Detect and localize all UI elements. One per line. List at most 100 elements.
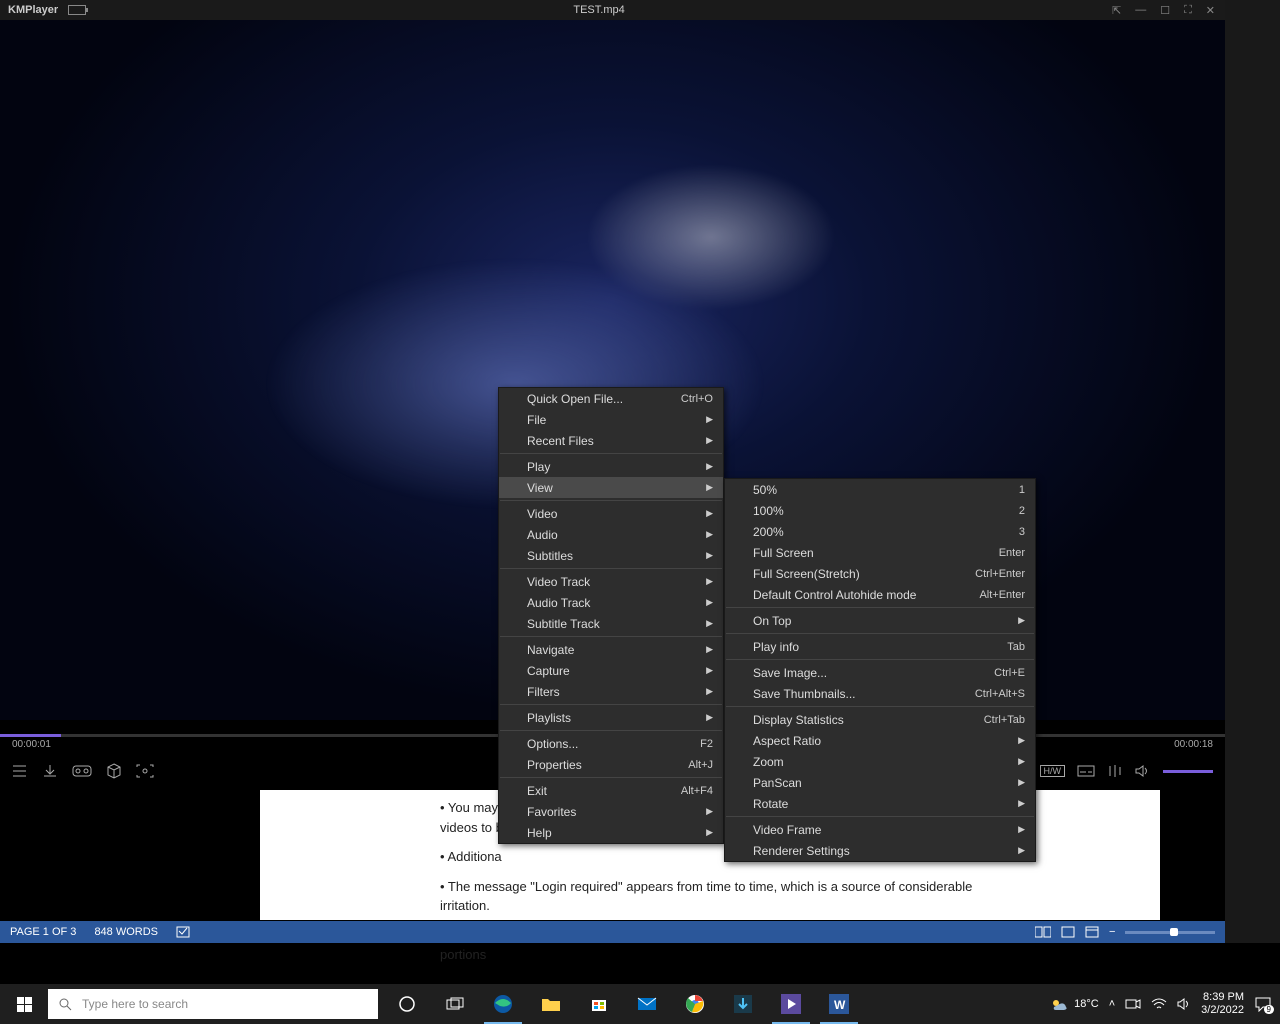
menu-item-label: Save Thumbnails... bbox=[753, 687, 856, 701]
view-item-200[interactable]: 200%3 bbox=[725, 521, 1035, 542]
menu-separator bbox=[726, 659, 1034, 660]
submenu-arrow-icon: ▶ bbox=[706, 827, 713, 838]
word-zoom-out-icon[interactable]: − bbox=[1109, 926, 1115, 938]
playlist-icon[interactable] bbox=[12, 764, 28, 778]
current-time: 00:00:01 bbox=[12, 739, 51, 750]
menu-separator bbox=[500, 704, 722, 705]
edge-browser-icon[interactable] bbox=[480, 984, 526, 1024]
menu-item-label: Aspect Ratio bbox=[753, 734, 821, 748]
view-item-save-thumbnails[interactable]: Save Thumbnails... Ctrl+Alt+S bbox=[725, 683, 1035, 704]
menu-item-view[interactable]: View▶ bbox=[499, 477, 723, 498]
app-icon[interactable] bbox=[720, 984, 766, 1024]
view-item-rotate[interactable]: Rotate▶ bbox=[725, 793, 1035, 814]
download-icon[interactable] bbox=[42, 764, 58, 778]
view-item-renderer-settings[interactable]: Renderer Settings▶ bbox=[725, 840, 1035, 861]
volume-icon[interactable] bbox=[1135, 764, 1151, 778]
mail-icon[interactable] bbox=[624, 984, 670, 1024]
file-explorer-icon[interactable] bbox=[528, 984, 574, 1024]
menu-item-file[interactable]: File▶ bbox=[499, 409, 723, 430]
menu-item-video-track[interactable]: Video Track▶ bbox=[499, 571, 723, 592]
menu-separator bbox=[500, 777, 722, 778]
taskbar-search-input[interactable]: Type here to search bbox=[48, 989, 378, 1019]
view-item-play-info[interactable]: Play infoTab bbox=[725, 636, 1035, 657]
view-item-on-top[interactable]: On Top▶ bbox=[725, 610, 1035, 631]
task-view-icon[interactable] bbox=[432, 984, 478, 1024]
word-zoom-slider[interactable] bbox=[1125, 931, 1215, 934]
tray-wifi-icon[interactable] bbox=[1151, 998, 1167, 1010]
maximize-icon[interactable]: ☐ bbox=[1160, 4, 1170, 17]
menu-item-audio[interactable]: Audio▶ bbox=[499, 524, 723, 545]
cortana-icon[interactable] bbox=[384, 984, 430, 1024]
menu-item-subtitle-track[interactable]: Subtitle Track ▶ bbox=[499, 613, 723, 634]
chrome-icon[interactable] bbox=[672, 984, 718, 1024]
weather-widget[interactable]: 18°C bbox=[1050, 995, 1099, 1013]
view-item-video-frame[interactable]: Video Frame▶ bbox=[725, 819, 1035, 840]
vr-icon[interactable] bbox=[72, 765, 92, 777]
hw-badge-icon[interactable]: H/W bbox=[1040, 765, 1066, 777]
word-word-count[interactable]: 848 WORDS bbox=[94, 926, 158, 938]
view-item-50[interactable]: 50%1 bbox=[725, 479, 1035, 500]
menu-item-audio-track[interactable]: Audio Track▶ bbox=[499, 592, 723, 613]
menu-item-play[interactable]: Play▶ bbox=[499, 456, 723, 477]
view-item-full-screen-stretch[interactable]: Full Screen(Stretch)Ctrl+Enter bbox=[725, 563, 1035, 584]
menu-item-navigate[interactable]: Navigate▶ bbox=[499, 639, 723, 660]
tray-volume-icon[interactable] bbox=[1177, 998, 1191, 1010]
menu-item-subtitles[interactable]: Subtitles▶ bbox=[499, 545, 723, 566]
context-menu-main: Quick Open File...Ctrl+OFile▶Recent File… bbox=[498, 387, 724, 844]
menu-item-help[interactable]: Help▶ bbox=[499, 822, 723, 843]
submenu-arrow-icon: ▶ bbox=[706, 414, 713, 425]
menu-item-label: Play bbox=[527, 460, 550, 474]
view-item-display-statistics[interactable]: Display StatisticsCtrl+Tab bbox=[725, 709, 1035, 730]
menu-item-filters[interactable]: Filters▶ bbox=[499, 681, 723, 702]
view-item-100[interactable]: 100%2 bbox=[725, 500, 1035, 521]
view-item-default-control-autohide-mode[interactable]: Default Control Autohide modeAlt+Enter bbox=[725, 584, 1035, 605]
menu-item-options[interactable]: Options...F2 bbox=[499, 733, 723, 754]
volume-slider[interactable] bbox=[1163, 770, 1213, 773]
view-item-save-image[interactable]: Save Image...Ctrl+E bbox=[725, 662, 1035, 683]
word-taskbar-icon[interactable]: W bbox=[816, 984, 862, 1024]
tray-meet-now-icon[interactable] bbox=[1125, 998, 1141, 1010]
menu-item-shortcut: Ctrl+Alt+S bbox=[975, 688, 1025, 700]
submenu-arrow-icon: ▶ bbox=[706, 644, 713, 655]
word-print-layout-icon[interactable] bbox=[1061, 926, 1075, 938]
fullscreen-icon[interactable]: ⛶ bbox=[1184, 4, 1192, 17]
view-item-full-screen[interactable]: Full ScreenEnter bbox=[725, 542, 1035, 563]
menu-item-exit[interactable]: ExitAlt+F4 bbox=[499, 780, 723, 801]
cube-icon[interactable] bbox=[106, 763, 122, 779]
view-item-zoom[interactable]: Zoom▶ bbox=[725, 751, 1035, 772]
menu-item-recent-files[interactable]: Recent Files▶ bbox=[499, 430, 723, 451]
notifications-icon[interactable]: 9 bbox=[1254, 996, 1272, 1012]
menu-item-capture[interactable]: Capture▶ bbox=[499, 660, 723, 681]
view-item-aspect-ratio[interactable]: Aspect Ratio▶ bbox=[725, 730, 1035, 751]
minimize-icon[interactable]: — bbox=[1135, 4, 1146, 17]
pin-icon[interactable]: ⇱ bbox=[1112, 4, 1121, 17]
submenu-arrow-icon: ▶ bbox=[1018, 845, 1025, 856]
menu-item-properties[interactable]: PropertiesAlt+J bbox=[499, 754, 723, 775]
menu-item-quick-open-file[interactable]: Quick Open File...Ctrl+O bbox=[499, 388, 723, 409]
word-web-layout-icon[interactable] bbox=[1085, 926, 1099, 938]
weather-temp: 18°C bbox=[1074, 998, 1099, 1010]
menu-item-video[interactable]: Video▶ bbox=[499, 503, 723, 524]
kmplayer-titlebar[interactable]: KMPlayer TEST.mp4 ⇱ — ☐ ⛶ ✕ bbox=[0, 0, 1225, 20]
word-page-indicator[interactable]: PAGE 1 OF 3 bbox=[10, 926, 76, 938]
menu-item-label: Display Statistics bbox=[753, 713, 844, 727]
menu-item-label: Subtitle Track bbox=[527, 617, 600, 631]
menu-item-label: Full Screen bbox=[753, 546, 814, 560]
menu-item-favorites[interactable]: Favorites▶ bbox=[499, 801, 723, 822]
word-proofing-icon[interactable] bbox=[176, 925, 192, 939]
start-button[interactable] bbox=[0, 984, 48, 1024]
equalizer-icon[interactable] bbox=[1107, 764, 1123, 778]
menu-item-label: Audio bbox=[527, 528, 558, 542]
microsoft-store-icon[interactable] bbox=[576, 984, 622, 1024]
subtitle-icon[interactable] bbox=[1077, 765, 1095, 777]
menu-item-shortcut: 3 bbox=[1019, 526, 1025, 538]
tray-chevron-icon[interactable]: ˄ bbox=[1109, 998, 1115, 1010]
word-read-mode-icon[interactable] bbox=[1035, 926, 1051, 938]
close-icon[interactable]: ✕ bbox=[1206, 4, 1215, 17]
tray-clock[interactable]: 8:39 PM 3/2/2022 bbox=[1201, 991, 1244, 1017]
menu-item-playlists[interactable]: Playlists▶ bbox=[499, 707, 723, 728]
submenu-arrow-icon: ▶ bbox=[706, 618, 713, 629]
focus-icon[interactable] bbox=[136, 764, 154, 778]
view-item-panscan[interactable]: PanScan▶ bbox=[725, 772, 1035, 793]
kmplayer-taskbar-icon[interactable] bbox=[768, 984, 814, 1024]
